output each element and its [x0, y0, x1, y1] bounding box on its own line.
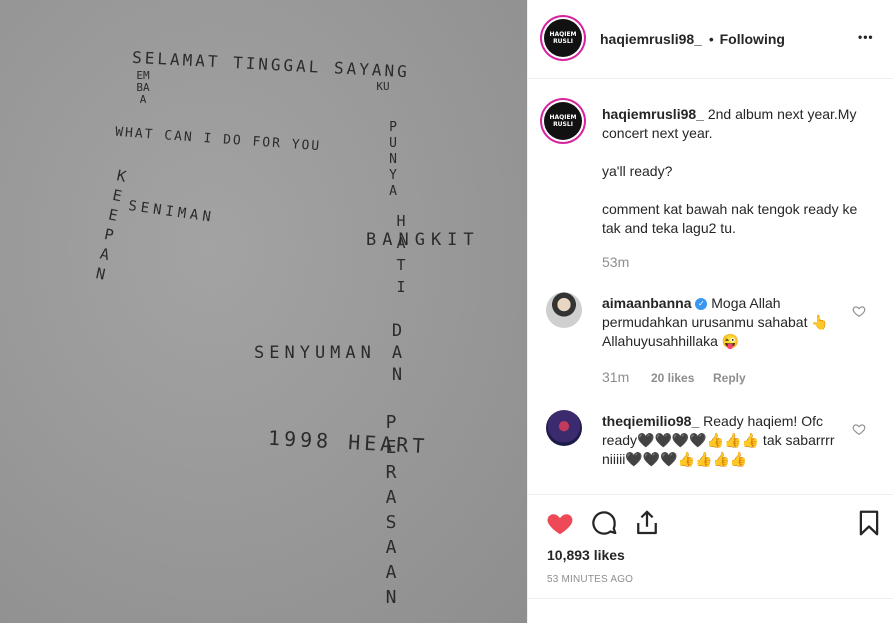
like-heart-icon[interactable]: [545, 508, 575, 538]
photo-text-dan: DAN: [391, 321, 403, 385]
post-header: haqiemrusli98_ • Following: [600, 31, 785, 47]
caption-time[interactable]: 53m: [602, 254, 629, 270]
photo-text-ku: KU: [376, 80, 390, 93]
comment: aimaanbanna ✓ Moga Allah permudahkan uru…: [602, 294, 852, 351]
share-icon[interactable]: [632, 508, 662, 538]
photo-text-seniman: SENIMAN: [127, 198, 216, 226]
photo-text-hati: HATI: [396, 212, 406, 296]
divider: [528, 494, 893, 495]
commenter-avatar[interactable]: [546, 410, 582, 446]
divider: [528, 598, 893, 599]
avatar-text: RUSLI: [553, 38, 573, 45]
photo-text-perasaan: PERASAAN: [385, 412, 397, 608]
caption: haqiemrusli98_ 2nd album next year.My co…: [602, 105, 877, 143]
post-photo[interactable]: SELAMAT TINGGAL SAYANG EMBA A WHAT CAN I…: [0, 0, 527, 623]
divider: [528, 78, 893, 79]
post-panel: HAQIEM RUSLI haqiemrusli98_ • Following …: [527, 0, 893, 623]
caption-username[interactable]: haqiemrusli98_: [602, 106, 704, 122]
photo-text-punya: PUNYA: [389, 120, 397, 199]
comment-like-heart-icon[interactable]: [852, 304, 866, 318]
photo-text-kembara: EMBA A: [136, 69, 150, 106]
avatar-text: HAQIEM: [549, 31, 577, 38]
comment: theqiemilio98_ Ready haqiem! Ofc ready🖤🖤…: [602, 412, 852, 469]
comment-like-heart-icon[interactable]: [852, 422, 866, 436]
comment-username[interactable]: theqiemilio98_: [602, 413, 699, 429]
photo-text-selamat: SELAMAT TINGGAL SAYANG: [131, 47, 411, 82]
caption-text-2: ya'll ready?: [602, 163, 673, 179]
avatar-text: HAQIEM: [549, 114, 577, 121]
commenter-avatar[interactable]: [546, 292, 582, 328]
likes-count[interactable]: 10,893 likes: [547, 547, 625, 563]
avatar-text: RUSLI: [553, 121, 573, 128]
photo-text-what-can: WHAT CAN I DO FOR YOU: [114, 124, 322, 155]
following-button[interactable]: Following: [720, 31, 785, 47]
photo-text-kepian: KE E P AN: [94, 166, 128, 284]
bookmark-icon[interactable]: [854, 508, 884, 538]
avatar[interactable]: HAQIEM RUSLI: [544, 19, 582, 57]
caption-avatar[interactable]: HAQIEM RUSLI: [544, 102, 582, 140]
verified-badge-icon: ✓: [695, 298, 708, 311]
photo-text-senyuman: SENYUMAN: [254, 343, 376, 363]
comment-username[interactable]: aimaanbanna: [602, 295, 691, 311]
more-options-icon[interactable]: •••: [858, 30, 874, 44]
comment-likes[interactable]: 20 likes: [651, 371, 694, 385]
photo-text-bangkit: BANGKIT: [366, 230, 480, 250]
post-timestamp: 53 MINUTES AGO: [547, 574, 634, 585]
separator-dot: •: [708, 31, 714, 47]
header-username[interactable]: haqiemrusli98_: [600, 31, 702, 47]
comment-icon[interactable]: [589, 508, 619, 538]
caption-text-3: comment kat bawah nak tengok ready ke ta…: [602, 201, 858, 236]
comment-time[interactable]: 31m: [602, 369, 629, 385]
reply-button[interactable]: Reply: [713, 371, 746, 385]
photo-text-1998-heart: 1998 HEART: [267, 425, 429, 459]
